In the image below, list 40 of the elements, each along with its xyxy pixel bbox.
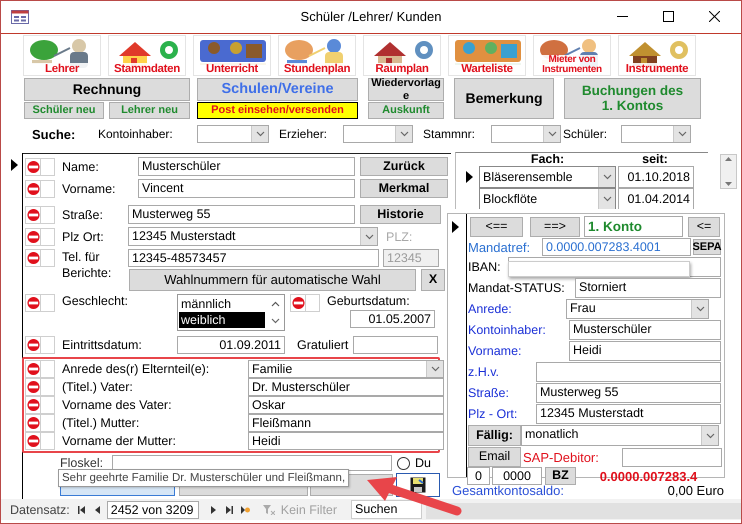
field-label: Mandat-STATUS:: [468, 281, 565, 295]
field-label: Anrede:: [468, 302, 512, 316]
field-label: Mandatref:: [468, 240, 530, 254]
field-label: Straße:: [468, 386, 509, 400]
balance-value: 0,00 Euro: [668, 483, 724, 498]
field-label: Geburtsdatum:: [327, 294, 410, 308]
field-label: Schüler:: [563, 127, 608, 141]
field-label: Kontoinhaber:: [468, 323, 546, 337]
field-label: Vorname:: [468, 344, 522, 358]
field-label: Tel. für Berichte:: [62, 249, 112, 281]
field-label: Suche:: [32, 126, 76, 142]
field-label: Stammnr:: [423, 127, 476, 141]
reference-number: 0.0000.007283.4: [600, 468, 698, 484]
field-label: Name:: [62, 160, 99, 174]
field-label: z.H.v.: [468, 365, 500, 379]
field-label: Plz Ort:: [62, 230, 104, 244]
field-label: Eintrittsdatum:: [62, 338, 142, 352]
field-label: Kontoinhaber:: [98, 127, 173, 141]
field-label: (Titel.) Mutter:: [62, 416, 140, 430]
field-label: Straße:: [62, 208, 103, 222]
tooltip: Sehr geehrte Familie Dr. Musterschüler und Fleißmann,: [58, 469, 350, 487]
field-label: Gratuliert: [297, 338, 348, 352]
field-label: Geschlecht:: [62, 294, 128, 308]
field-label: Floskel:: [60, 456, 104, 470]
field-label: Plz - Ort:: [468, 407, 518, 421]
field-label: IBAN:: [468, 260, 501, 274]
field-label: Vorname der Mutter:: [62, 434, 176, 448]
column-header: Fach:: [530, 152, 564, 166]
field-label: (Titel.) Vater:: [62, 380, 133, 394]
field-label: Vorname des Vater:: [62, 398, 172, 412]
column-header: seit:: [642, 152, 668, 166]
balance-label: Gesamtkontosaldo:: [452, 483, 564, 498]
window-title: Schüler /Lehrer/ Kunden: [300, 9, 442, 24]
field-label: Erzieher:: [279, 127, 328, 141]
field-label: PLZ:: [386, 230, 412, 244]
field-label: Vorname:: [62, 182, 116, 196]
field-label: SAP-Debitor:: [523, 450, 599, 464]
radio-label: Du: [415, 456, 431, 470]
field-label: Anrede des(r) Elternteil(e):: [62, 362, 210, 376]
record-label: Datensatz:: [10, 502, 70, 516]
